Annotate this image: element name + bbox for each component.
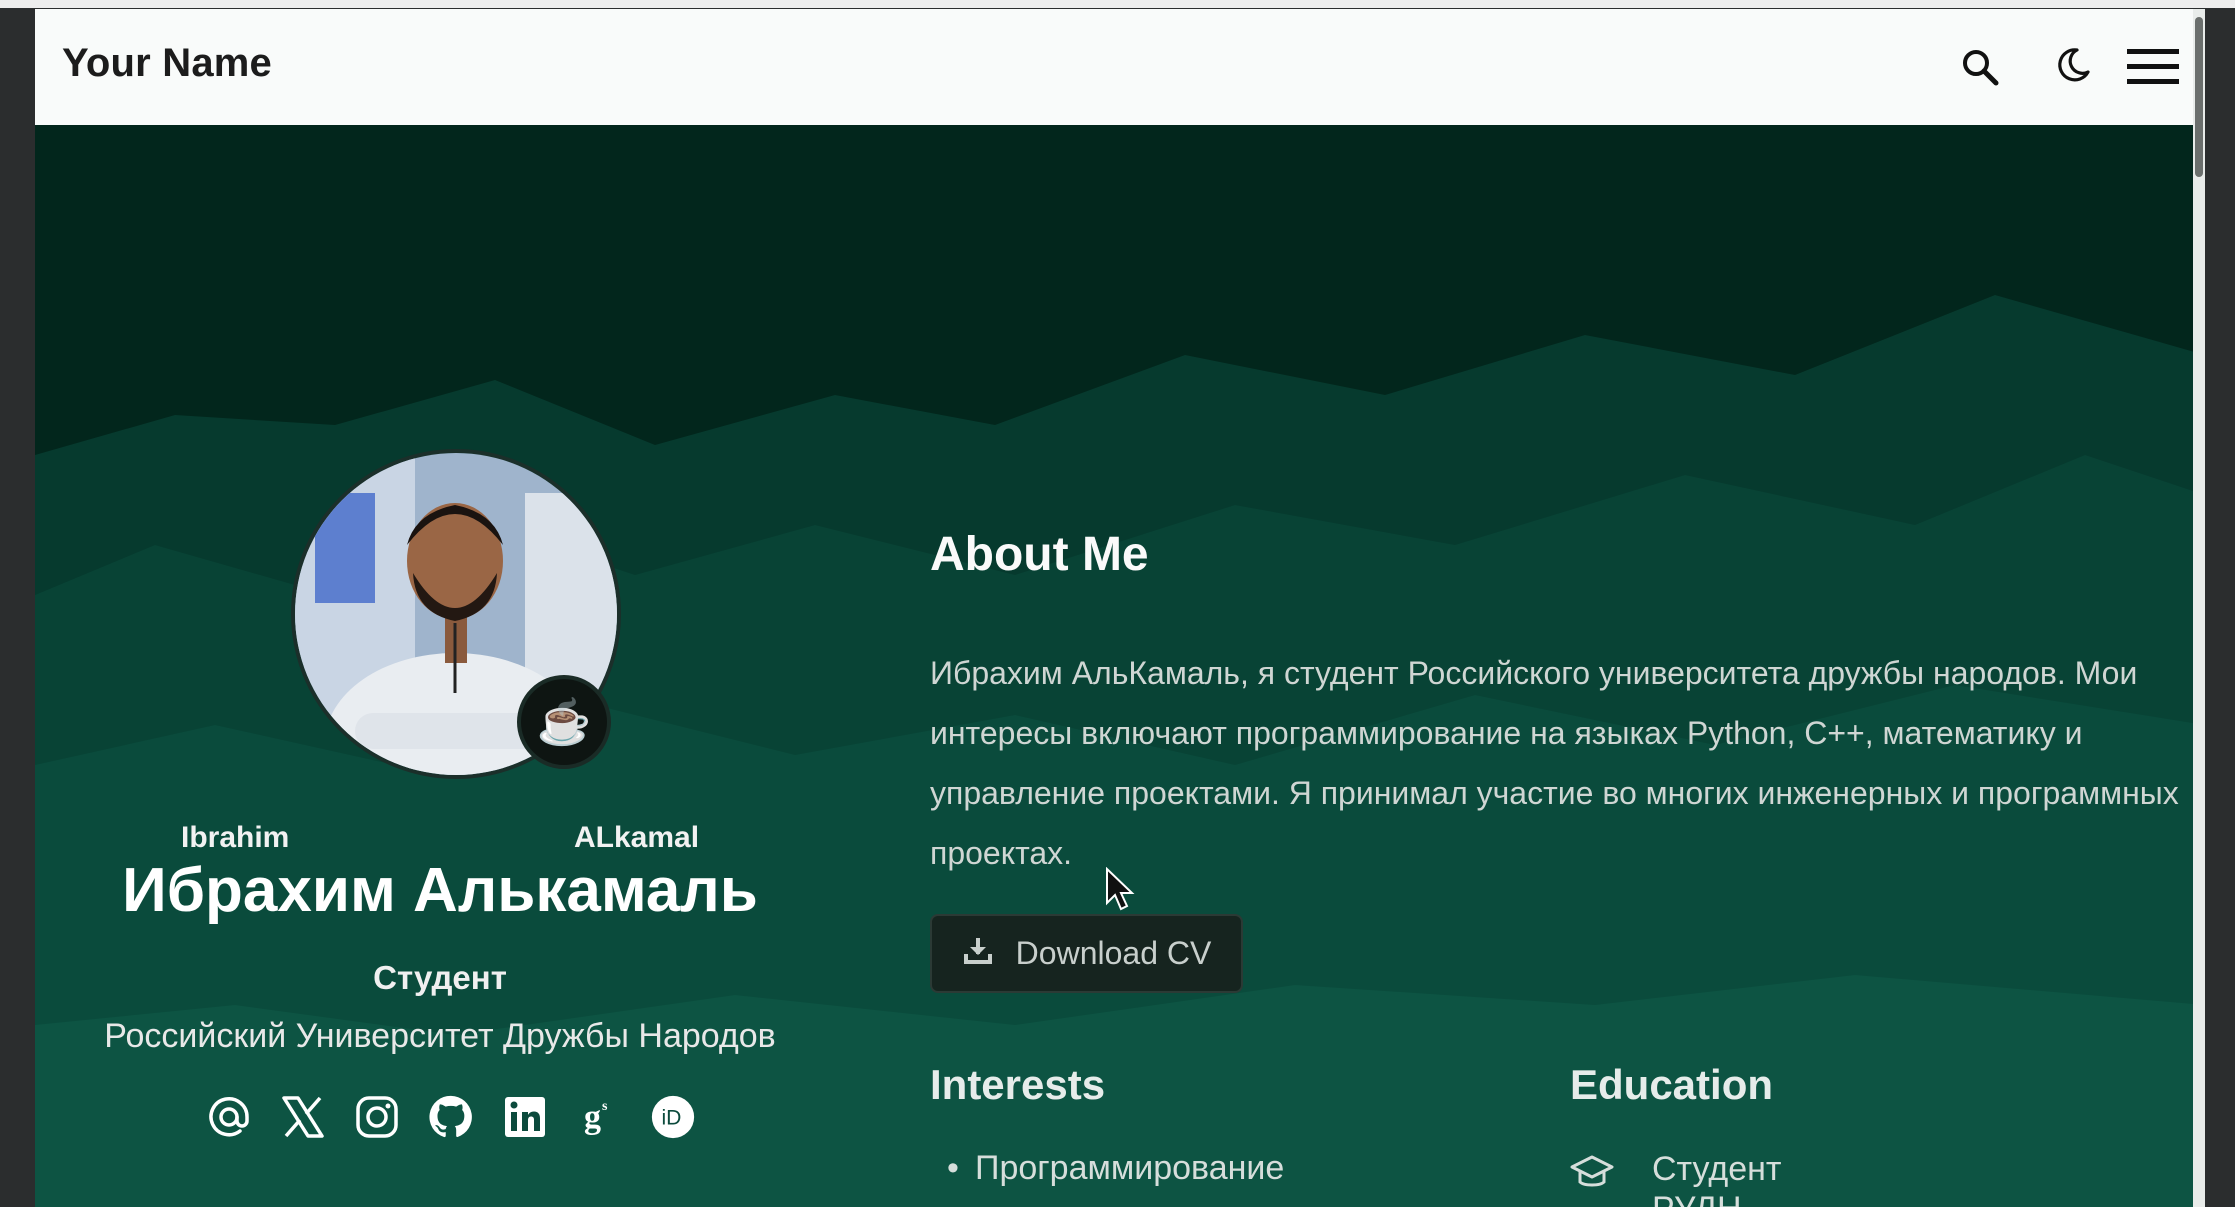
coffee-icon: ☕ [517, 675, 611, 769]
browser-top-strip [0, 0, 2235, 8]
education-title: Education [1570, 1061, 1774, 1108]
brand-title[interactable]: Your Name [62, 41, 272, 86]
linkedin-icon[interactable] [501, 1093, 549, 1141]
svg-text:s: s [602, 1099, 608, 1114]
mouse-cursor-icon [1105, 866, 1135, 918]
instagram-icon[interactable] [353, 1093, 401, 1141]
about-text: Ибрахим АльКамаль, я студент Российского… [930, 655, 2179, 871]
profile-name: Ибрахим Алькамаль [122, 856, 758, 925]
moon-icon[interactable] [2053, 45, 2093, 90]
interests-title: Interests [930, 1061, 1106, 1108]
svg-text:g: g [584, 1099, 601, 1136]
first-name-en: Ibrahim [181, 821, 290, 854]
google-scholar-icon[interactable]: g s [575, 1093, 623, 1141]
page-viewport: Your Name ☕ Ibrahim ALkamal Ибрахим Альк… [35, 9, 2205, 1207]
download-cv-button[interactable]: Download CV [930, 914, 1243, 993]
search-icon[interactable] [1960, 47, 2000, 92]
profile-university: Российский Университет Дружбы Народов [104, 1017, 776, 1055]
profile-role: Студент [373, 959, 507, 996]
scrollbar-thumb[interactable] [2195, 17, 2203, 177]
orcid-icon[interactable]: iD [649, 1093, 697, 1141]
about-title: About Me [930, 528, 1149, 581]
interest-item: Программирование [947, 1149, 1284, 1188]
navbar: Your Name [35, 9, 2205, 125]
education-line1: Студент [1652, 1150, 1782, 1188]
hamburger-menu-icon[interactable] [2127, 47, 2179, 92]
x-twitter-icon[interactable] [279, 1093, 327, 1141]
social-links: g s iD [205, 1093, 697, 1141]
last-name-en: ALkamal [574, 821, 700, 854]
email-icon[interactable] [205, 1093, 253, 1141]
education-item: Студент РУДН [1570, 1149, 1781, 1207]
svg-text:iD: iD [661, 1107, 681, 1130]
github-icon[interactable] [427, 1093, 475, 1141]
page-scrollbar[interactable] [2193, 9, 2205, 1207]
education-line2: РУДН [1652, 1189, 1781, 1207]
download-icon [962, 934, 994, 974]
download-cv-label: Download CV [1015, 935, 1212, 971]
graduation-cap-icon [1570, 1153, 1614, 1207]
